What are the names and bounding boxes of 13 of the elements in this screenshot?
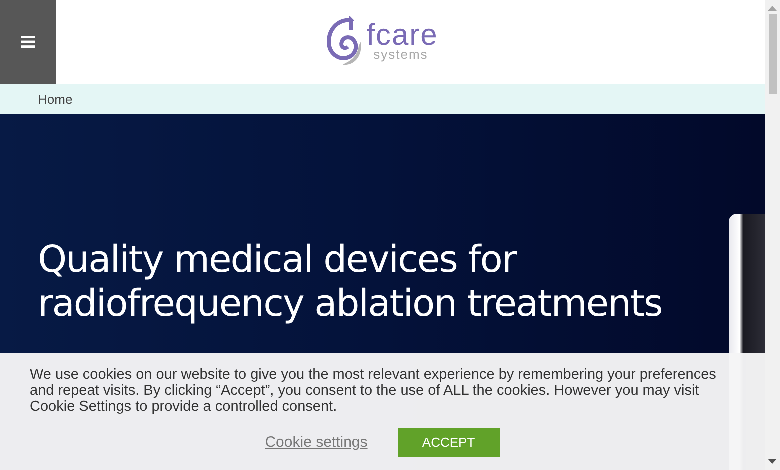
breadcrumb-link[interactable]: Home (38, 92, 73, 106)
menu-button[interactable] (0, 0, 56, 84)
cookie-settings-link[interactable]: Cookie settings (265, 434, 368, 451)
hero-title: Quality medical devices for radiofrequency ablation treatments (38, 238, 664, 326)
scrollbar[interactable] (765, 0, 780, 470)
cookie-notice-text: We use cookies on our website to give you the most relevant experience by remembering your preferences and repeat visits. By clicking “Accept”, you consent to the use of ALL the cookies. However you may visit Cookie Settings to provide a controlled consent. (30, 367, 718, 415)
logo-wordmark: fcare (366, 24, 438, 48)
scroll-up-icon[interactable] (768, 6, 777, 11)
scrollbar-thumb[interactable] (768, 14, 776, 94)
scroll-down-icon[interactable] (768, 459, 777, 464)
logo-tagline: systems (374, 48, 430, 60)
menu-icon (21, 36, 35, 48)
accept-button[interactable]: ACCEPT (398, 428, 500, 457)
